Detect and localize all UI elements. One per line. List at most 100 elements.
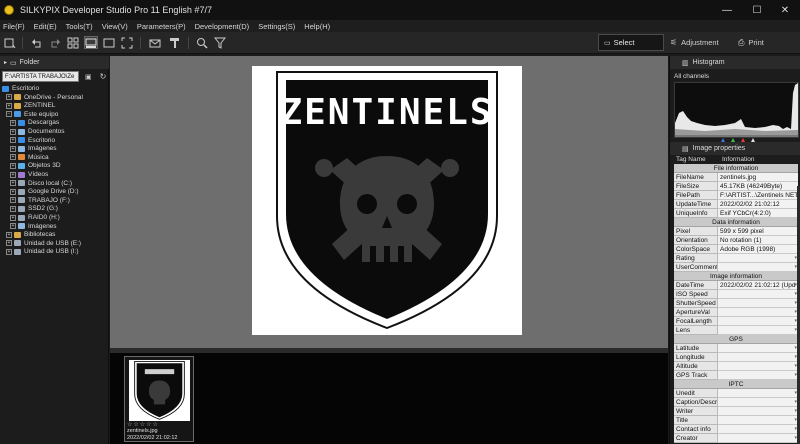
property-value[interactable]: ▾ [718,362,798,371]
menu-help[interactable]: Help(H) [304,22,330,31]
properties-row: ColorSpace Adobe RGB (1998) [674,245,798,254]
mail-icon[interactable] [148,36,162,49]
property-key: ApertureVal [674,308,718,317]
zoom-icon[interactable] [195,36,209,49]
property-value[interactable]: ▾ [718,299,798,308]
image-properties-header-label: Image properties [692,145,746,152]
property-value[interactable]: ▾ [718,326,798,335]
menu-view[interactable]: View(V) [102,22,128,31]
path-input[interactable]: F:\ARTISTA TRABAJO\Ze [2,71,79,82]
grid-view-icon[interactable] [66,36,80,49]
property-value[interactable]: ▾ [718,290,798,299]
menu-settings[interactable]: Settings(S) [258,22,295,31]
property-value: No rotation (1) [718,236,798,245]
expand-icon[interactable]: + [6,240,12,247]
folder-icon [18,128,25,135]
menu-parameters[interactable]: Parameters(P) [137,22,186,31]
thumbnail-date: 2022/02/02 21:02:12 [127,435,178,441]
select-mode-button[interactable]: ▭ Select [598,34,664,51]
property-value[interactable]: ▾ [718,308,798,317]
expand-icon[interactable]: + [6,94,12,101]
expand-icon[interactable]: + [10,205,16,212]
preview-area[interactable]: ZENTINELS [110,56,668,348]
collapse-icon[interactable]: ▸ [4,59,7,66]
folder-tree-item[interactable]: + Unidad de USB (I:) [0,247,109,256]
property-value[interactable]: ▾ [718,434,798,443]
thumbnail-filename: zentinels.jpg [127,428,158,434]
property-value[interactable]: ▾ [718,407,798,416]
expand-icon[interactable]: + [10,171,16,178]
thumbnail-rating[interactable]: ☆☆☆☆☆ [127,421,159,428]
folder-icon [18,197,25,204]
property-value[interactable]: ▾ [718,353,798,362]
expand-icon[interactable]: + [10,214,16,221]
property-value[interactable]: ▾ [718,389,798,398]
folder-panel-header[interactable]: ▸ ▭ Folder [0,56,109,69]
properties-row: Longitude ▾ [674,353,798,362]
filter-icon[interactable] [213,36,227,49]
folder-icon [18,119,25,126]
single-view-icon[interactable] [102,36,116,49]
folder-browse-icon[interactable]: ▣ [85,73,92,81]
refresh-icon[interactable]: ↻ [100,72,107,81]
properties-row: ISO Speed ▾ [674,290,798,299]
adjustment-button[interactable]: ⚟ Adjustment [670,34,719,51]
collapse-icon[interactable]: − [6,111,12,118]
channel-select[interactable]: All channels [674,71,799,81]
histogram-header[interactable]: ▥ Histogram [670,56,800,69]
property-value[interactable]: ▾ [718,425,798,434]
folder-icon [18,214,25,221]
property-value[interactable]: ▾ [718,263,798,272]
property-value[interactable]: ▾ [718,254,798,263]
properties-row: Writer ▾ [674,407,798,416]
expand-icon[interactable]: + [10,119,16,126]
expand-icon[interactable]: + [10,154,16,161]
folder-panel: ▸ ▭ Folder F:\ARTISTA TRABAJO\Ze ▣ ↻ Esc… [0,56,109,444]
thumbnail-item[interactable]: ☆☆☆☆☆ zentinels.jpg 2022/02/02 21:02:12 [124,356,194,442]
preview-image[interactable]: ZENTINELS [252,66,522,335]
property-key: Longitude [674,353,718,362]
menu-edit[interactable]: Edit(E) [34,22,57,31]
hammer-icon[interactable] [168,36,182,49]
expand-icon[interactable]: + [6,248,12,255]
filmstrip-view-icon[interactable] [84,36,98,49]
properties-row: ShutterSpeed ▾ [674,299,798,308]
folder-tree-label: Google Drive (D:) [28,188,79,196]
develop-icon[interactable] [3,36,17,49]
property-value[interactable]: ▾ [718,344,798,353]
expand-icon[interactable]: + [10,223,16,230]
property-value[interactable]: ▾ [718,317,798,326]
expand-icon[interactable]: + [10,145,16,152]
expand-icon[interactable]: + [6,231,12,238]
fullscreen-icon[interactable] [120,36,134,49]
property-key: Rating [674,254,718,263]
undo-icon[interactable] [30,36,44,49]
expand-icon[interactable]: + [10,162,16,169]
folder-icon: ▭ [10,59,17,67]
expand-icon[interactable]: + [6,102,12,109]
property-value: Adobe RGB (1998) [718,245,798,254]
expand-icon[interactable]: + [10,180,16,187]
thumbnail-image[interactable] [129,360,190,421]
properties-row: Title ▾ [674,416,798,425]
redo-icon[interactable] [48,36,62,49]
minimize-button[interactable]: — [712,0,742,20]
menu-file[interactable]: File(F) [3,22,25,31]
print-button[interactable]: ⎙ Print [738,34,764,51]
properties-row: GPS Track ▾ [674,371,798,380]
maximize-button[interactable]: ☐ [742,0,772,20]
expand-icon[interactable]: + [10,128,16,135]
property-value[interactable]: ▾ [718,416,798,425]
image-properties-header[interactable]: ▤ Image properties [670,142,800,155]
property-value[interactable]: ▾ [718,371,798,380]
expand-icon[interactable]: + [10,197,16,204]
property-key: Contact info [674,425,718,434]
menu-tools[interactable]: Tools(T) [66,22,93,31]
menu-development[interactable]: Development(D) [195,22,250,31]
property-value[interactable]: ▾ [718,398,798,407]
expand-icon[interactable]: + [10,188,16,195]
expand-icon[interactable]: + [10,137,16,144]
close-button[interactable]: ✕ [770,0,800,20]
property-value[interactable]: 2022/02/02 21:02:12 (Upd ▾ [718,281,798,290]
folder-icon [18,223,25,230]
